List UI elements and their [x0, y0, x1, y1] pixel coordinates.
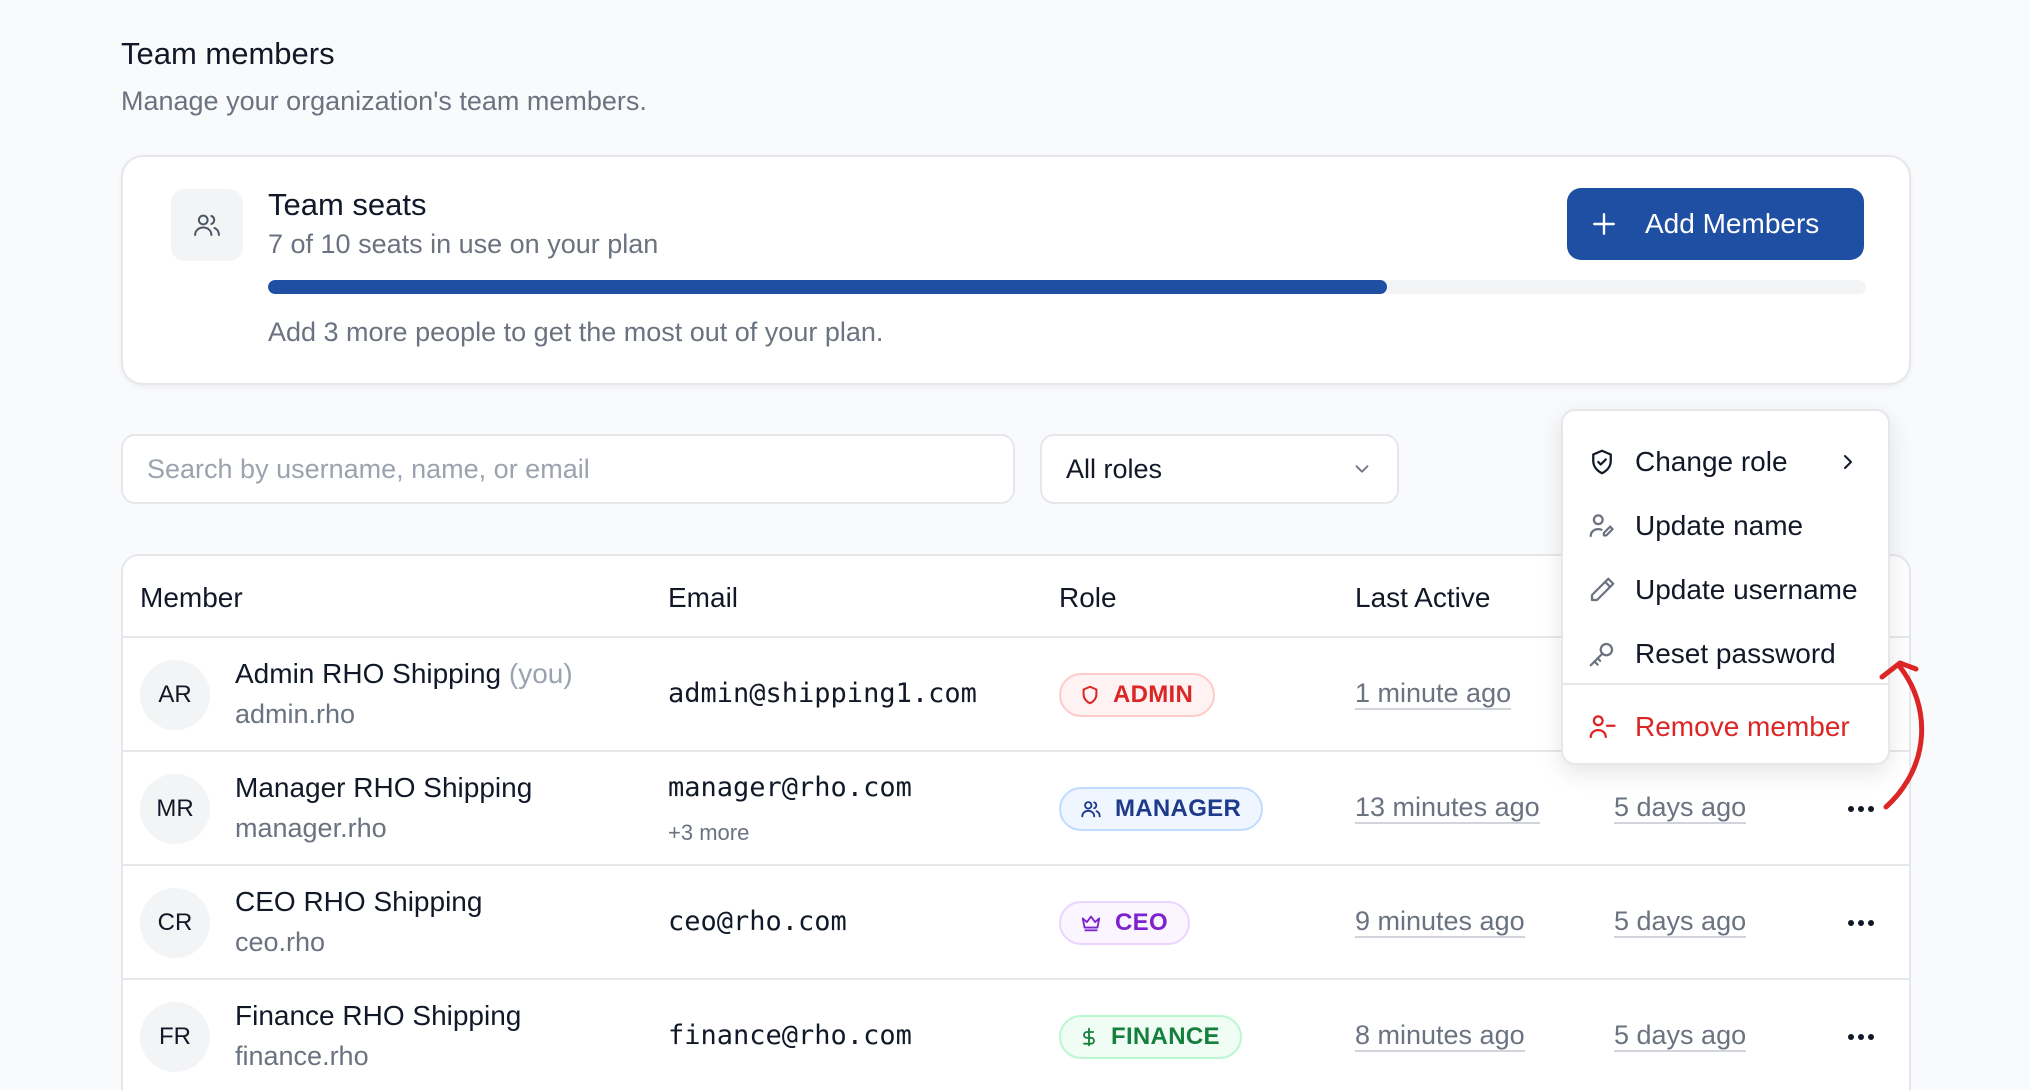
- role-badge-manager: MANAGER: [1059, 787, 1264, 831]
- seats-title: Team seats: [268, 187, 427, 222]
- menu-item-label: Reset password: [1635, 638, 1836, 669]
- avatar: MR: [140, 774, 210, 844]
- avatar: FR: [140, 1002, 210, 1072]
- shield-icon: [1079, 684, 1101, 706]
- menu-item-update-name[interactable]: Update name: [1563, 498, 1888, 554]
- shield-check-icon: [1587, 447, 1617, 477]
- menu-item-label: Update username: [1635, 574, 1858, 605]
- created-date[interactable]: 5 days ago: [1614, 1020, 1747, 1052]
- menu-item-label: Change role: [1635, 446, 1788, 477]
- created-date[interactable]: 5 days ago: [1614, 906, 1747, 938]
- pencil-icon: [1587, 575, 1617, 605]
- page-subtitle: Manage your organization's team members.: [121, 86, 647, 116]
- team-seats-card: Team seats 7 of 10 seats in use on your …: [121, 155, 1911, 385]
- row-actions-button[interactable]: [1843, 908, 1879, 938]
- user-minus-icon: [1587, 712, 1617, 742]
- role-label: CEO: [1115, 909, 1168, 936]
- member-username: manager.rho: [235, 813, 387, 843]
- member-name: Admin RHO Shipping (you): [235, 658, 573, 690]
- column-header-member[interactable]: Member: [140, 582, 243, 614]
- member-username: finance.rho: [235, 1041, 369, 1071]
- add-members-button[interactable]: Add Members: [1567, 188, 1864, 260]
- table-row: CR CEO RHO Shipping ceo.rho ceo@rho.com …: [123, 866, 1909, 980]
- you-tag: (you): [508, 658, 573, 689]
- member-email: admin@shipping1.com: [668, 678, 977, 709]
- search-field[interactable]: [121, 434, 1015, 504]
- table-row: MR Manager RHO Shipping manager.rho mana…: [123, 752, 1909, 866]
- member-username: ceo.rho: [235, 927, 326, 957]
- role-label: FINANCE: [1111, 1023, 1220, 1050]
- plus-icon: [1591, 211, 1617, 237]
- menu-item-change-role[interactable]: Change role: [1563, 434, 1888, 490]
- seats-hint: Add 3 more people to get the most out of…: [268, 317, 884, 347]
- key-icon: [1587, 639, 1617, 669]
- menu-item-reset-password[interactable]: Reset password: [1563, 626, 1888, 682]
- last-active[interactable]: 9 minutes ago: [1355, 906, 1525, 938]
- column-header-email[interactable]: Email: [668, 582, 738, 614]
- avatar: AR: [140, 660, 210, 730]
- role-badge-admin: ADMIN: [1059, 673, 1216, 717]
- add-members-label: Add Members: [1645, 208, 1820, 239]
- page-title: Team members: [121, 36, 335, 71]
- last-active[interactable]: 8 minutes ago: [1355, 1020, 1525, 1052]
- avatar: CR: [140, 888, 210, 958]
- dollar-icon: [1079, 1026, 1099, 1048]
- member-name-text: Admin RHO Shipping: [235, 658, 502, 689]
- table-row: FR Finance RHO Shipping finance.rho fina…: [123, 980, 1909, 1090]
- crown-icon: [1079, 912, 1103, 934]
- row-actions-menu: Change role Update name Update username …: [1561, 409, 1890, 765]
- row-actions-button[interactable]: [1843, 1022, 1879, 1052]
- last-active[interactable]: 1 minute ago: [1355, 678, 1512, 710]
- seats-usage-text: 7 of 10 seats in use on your plan: [268, 229, 659, 259]
- seats-progress-bar: [268, 280, 1866, 294]
- chevron-down-icon: [1351, 458, 1373, 480]
- last-active[interactable]: 13 minutes ago: [1355, 792, 1540, 824]
- menu-item-update-username[interactable]: Update username: [1563, 562, 1888, 618]
- menu-item-label: Remove member: [1635, 711, 1850, 742]
- seats-progress-fill: [268, 280, 1387, 294]
- menu-item-remove-member[interactable]: Remove member: [1563, 699, 1888, 755]
- menu-divider: [1563, 683, 1888, 685]
- user-pen-icon: [1587, 511, 1617, 541]
- chevron-right-icon: [1836, 450, 1860, 474]
- role-filter-select[interactable]: All roles: [1040, 434, 1399, 504]
- member-email: manager@rho.com: [668, 772, 912, 803]
- role-label: MANAGER: [1115, 795, 1242, 822]
- member-name: Finance RHO Shipping: [235, 1000, 522, 1031]
- search-input[interactable]: [147, 453, 1013, 485]
- member-username: admin.rho: [235, 699, 356, 729]
- role-filter-value: All roles: [1066, 453, 1163, 484]
- menu-item-label: Update name: [1635, 510, 1804, 541]
- email-more-link[interactable]: +3 more: [668, 820, 749, 846]
- member-name: CEO RHO Shipping: [235, 886, 483, 917]
- role-label: ADMIN: [1113, 681, 1194, 708]
- created-date[interactable]: 5 days ago: [1614, 792, 1747, 824]
- column-header-last-active[interactable]: Last Active: [1355, 582, 1490, 614]
- member-email: ceo@rho.com: [668, 906, 847, 937]
- users-icon: [171, 189, 243, 261]
- users-icon: [1079, 798, 1103, 820]
- role-badge-ceo: CEO: [1059, 901, 1190, 945]
- member-name: Manager RHO Shipping: [235, 772, 533, 803]
- member-email: finance@rho.com: [668, 1020, 912, 1051]
- column-header-role[interactable]: Role: [1059, 582, 1117, 614]
- role-badge-finance: FINANCE: [1059, 1015, 1242, 1059]
- annotation-arrow-icon: [1879, 660, 1925, 810]
